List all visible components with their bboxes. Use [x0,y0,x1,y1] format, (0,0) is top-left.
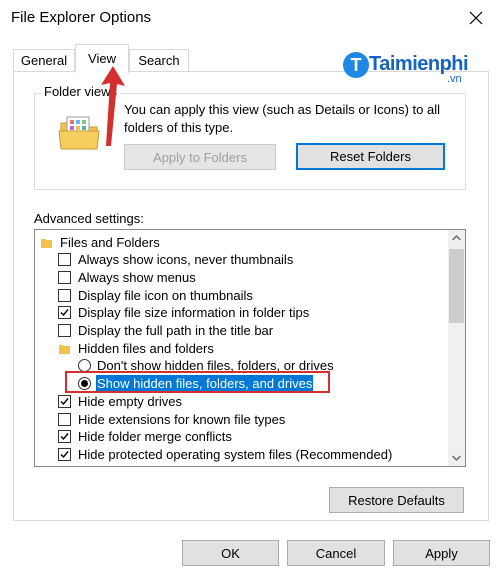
checkbox-checked[interactable] [58,306,71,319]
tab-general[interactable]: General [13,49,75,72]
title-bar: File Explorer Options [0,0,500,38]
checkbox[interactable] [58,271,71,284]
advanced-settings-tree[interactable]: Files and Folders Always show icons, nev… [34,229,466,467]
logo-tld: .vn [447,73,462,85]
checkbox-checked[interactable] [58,395,71,408]
scroll-down-button[interactable] [448,449,465,466]
ok-button[interactable]: OK [182,540,279,566]
checkbox[interactable] [58,413,71,426]
tree-item-label: Hide protected operating system files (R… [78,447,393,462]
checkmark-icon [60,398,69,406]
tree-item-label: Always show icons, never thumbnails [78,252,294,267]
tab-search-label: Search [138,53,180,68]
folder-icon [59,345,70,354]
tree-item-label: Hide empty drives [78,394,183,409]
checkbox[interactable] [58,253,71,266]
tree-scrollbar[interactable] [448,230,465,466]
tree-item-label: Hide folder merge conflicts [78,429,232,444]
scroll-thumb[interactable] [449,249,464,323]
logo-mark-icon: T [343,52,369,78]
tree-item-label: Hide extensions for known file types [78,412,286,427]
annotation-arrow-icon [101,66,125,146]
folder-views-description: You can apply this view (such as Details… [124,102,441,135]
tree-item-label: Hidden files and folders [78,341,214,356]
advanced-settings-label: Advanced settings: [34,211,144,226]
tree-item-label: Display file size information in folder … [78,305,310,320]
tree-item-label: Display the full path in the title bar [78,323,274,338]
checkbox-checked[interactable] [58,430,71,443]
checkmark-icon [60,433,69,441]
checkmark-icon [60,451,69,459]
reset-folders-button[interactable]: Reset Folders [296,143,445,170]
cancel-button[interactable]: Cancel [287,540,385,566]
chevron-down-icon [452,455,461,461]
close-button[interactable] [454,0,500,38]
checkmark-icon [60,309,69,317]
folder-views-icon [58,116,100,150]
annotation-highlight-box [65,371,330,393]
close-icon [469,11,483,25]
scroll-up-button[interactable] [448,230,465,247]
chevron-up-icon [452,235,461,241]
tab-general-label: General [20,53,68,68]
file-explorer-options-dialog: File Explorer Options General View Searc… [0,0,500,575]
tree-item-label: Files and Folders [60,235,160,250]
folder-icon [41,239,52,248]
apply-to-folders-button[interactable]: Apply to Folders [124,144,276,170]
checkbox[interactable] [58,289,71,302]
tree-item-label: Always show menus [78,270,196,285]
watermark-logo: T Taimienphi .vn [343,50,483,86]
checkbox-checked[interactable] [58,448,71,461]
checkbox[interactable] [58,324,71,337]
apply-button[interactable]: Apply [393,540,490,566]
restore-defaults-button[interactable]: Restore Defaults [329,487,464,513]
tree-item-label: Display file icon on thumbnails [78,288,253,303]
window-title: File Explorer Options [11,9,152,26]
tab-search[interactable]: Search [129,49,189,72]
